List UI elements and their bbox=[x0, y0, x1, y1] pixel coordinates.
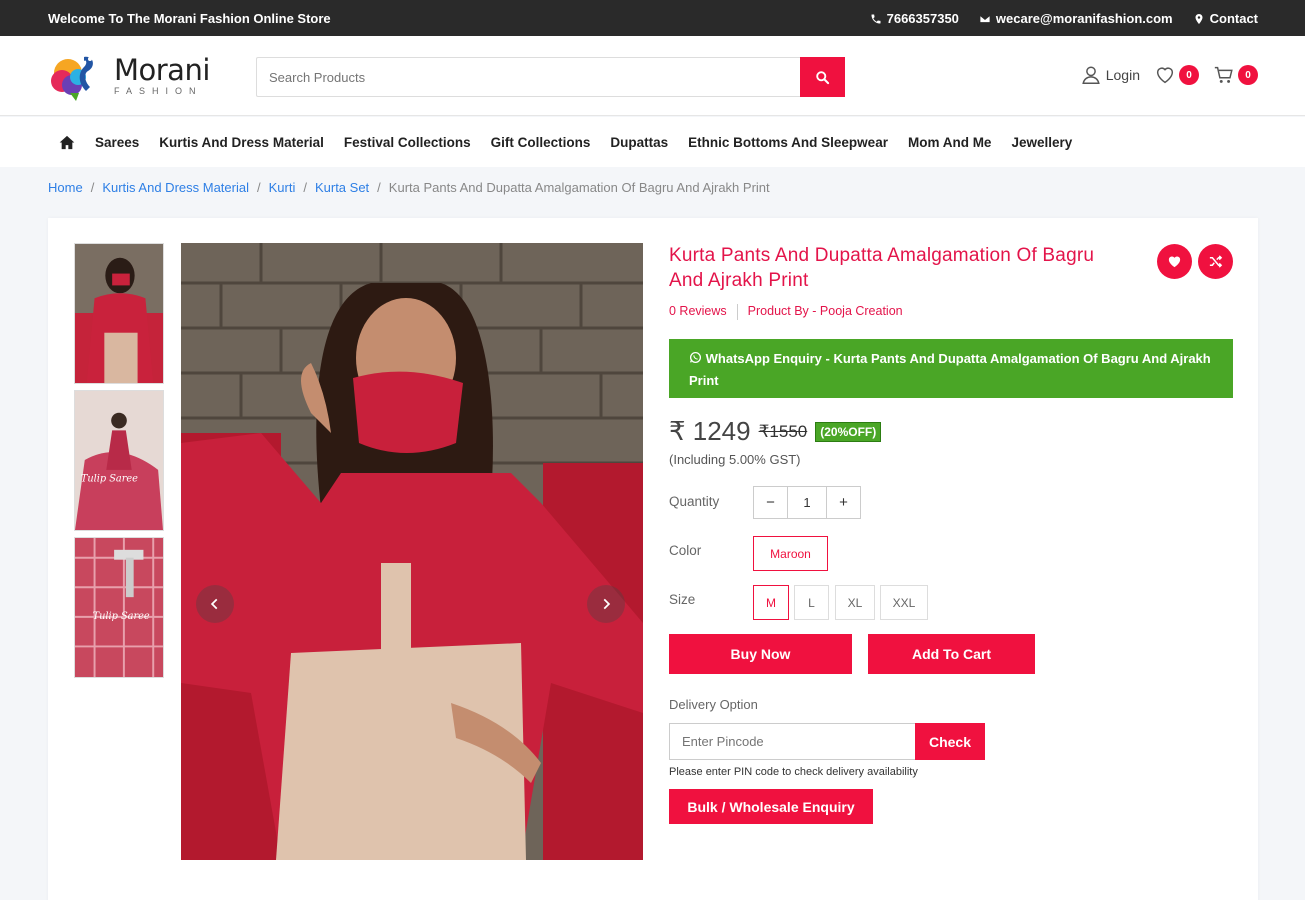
shuffle-icon bbox=[1209, 255, 1223, 268]
original-price: ₹1550 bbox=[758, 421, 808, 441]
thumbnail-2[interactable]: Tulip Saree bbox=[74, 390, 164, 531]
top-contacts: 7666357350 wecare@moranifashion.com Cont… bbox=[870, 11, 1258, 26]
quantity-value[interactable]: 1 bbox=[788, 486, 826, 519]
sale-price: ₹ 1249 bbox=[669, 416, 751, 446]
product-title: Kurta Pants And Dupatta Amalgamation Of … bbox=[669, 245, 1095, 291]
nav-item-dupattas[interactable]: Dupattas bbox=[610, 135, 668, 150]
nav-item-sarees[interactable]: Sarees bbox=[95, 135, 139, 150]
breadcrumb-kurta-set[interactable]: Kurta Set bbox=[315, 180, 369, 195]
next-image-button[interactable] bbox=[587, 585, 625, 623]
svg-text:Tulip Saree: Tulip Saree bbox=[81, 474, 138, 485]
size-option-xxl[interactable]: XXL bbox=[880, 585, 928, 620]
add-to-cart-button[interactable]: Add To Cart bbox=[868, 634, 1035, 674]
size-option-l[interactable]: L bbox=[794, 585, 829, 620]
breadcrumb-kurtis[interactable]: Kurtis And Dress Material bbox=[102, 180, 249, 195]
svg-text:Tulip Saree: Tulip Saree bbox=[93, 611, 150, 622]
main-product-image bbox=[181, 243, 643, 860]
discount-badge: (20%OFF) bbox=[815, 421, 882, 442]
welcome-text: Welcome To The Morani Fashion Online Sto… bbox=[48, 11, 331, 26]
peacock-logo-icon bbox=[51, 56, 93, 101]
search-icon bbox=[816, 70, 830, 84]
mail-icon bbox=[979, 14, 991, 23]
thumbnail-list: Tulip Saree Tulip Saree bbox=[74, 243, 164, 684]
email-address: wecare@moranifashion.com bbox=[995, 11, 1173, 26]
heart-icon bbox=[1168, 256, 1181, 268]
login-link[interactable]: Login bbox=[1080, 64, 1140, 86]
site-header: Morani FASHION Login 0 0 bbox=[0, 36, 1305, 116]
bulk-enquiry-button[interactable]: Bulk / Wholesale Enquiry bbox=[669, 789, 873, 824]
nav-item-kurtis[interactable]: Kurtis And Dress Material bbox=[159, 135, 324, 150]
pincode-note: Please enter PIN code to check delivery … bbox=[669, 766, 918, 778]
email-link[interactable]: wecare@moranifashion.com bbox=[979, 11, 1173, 26]
search-input[interactable] bbox=[256, 57, 800, 97]
wishlist-count-badge: 0 bbox=[1179, 65, 1199, 85]
quantity-increase-button[interactable]: + bbox=[826, 486, 861, 519]
search-bar bbox=[256, 57, 845, 97]
size-label: Size bbox=[669, 592, 696, 607]
quantity-stepper: − 1 + bbox=[753, 486, 861, 519]
cart-icon bbox=[1214, 66, 1233, 83]
nav-item-festival[interactable]: Festival Collections bbox=[344, 135, 471, 150]
logo-subtitle: FASHION bbox=[114, 86, 203, 96]
breadcrumb-home[interactable]: Home bbox=[48, 180, 83, 195]
price-row: ₹ 1249 ₹1550 (20%OFF) bbox=[669, 416, 882, 447]
breadcrumb: Home / Kurtis And Dress Material / Kurti… bbox=[48, 180, 770, 195]
prev-image-button[interactable] bbox=[196, 585, 234, 623]
thumbnail-1[interactable] bbox=[74, 243, 164, 384]
header-actions: Login 0 0 bbox=[1080, 64, 1258, 86]
login-label: Login bbox=[1105, 67, 1140, 83]
size-option-m[interactable]: M bbox=[753, 585, 789, 620]
contact-link[interactable]: Contact bbox=[1193, 11, 1258, 26]
breadcrumb-current: Kurta Pants And Dupatta Amalgamation Of … bbox=[388, 180, 770, 195]
color-option-maroon[interactable]: Maroon bbox=[753, 536, 828, 571]
contact-label: Contact bbox=[1209, 11, 1258, 26]
color-label: Color bbox=[669, 543, 702, 558]
buy-now-button[interactable]: Buy Now bbox=[669, 634, 852, 674]
wishlist-button[interactable]: 0 bbox=[1154, 64, 1199, 86]
search-button[interactable] bbox=[800, 57, 845, 97]
chevron-left-icon bbox=[210, 598, 218, 610]
breadcrumb-kurti[interactable]: Kurti bbox=[269, 180, 296, 195]
top-bar: Welcome To The Morani Fashion Online Sto… bbox=[0, 0, 1305, 36]
pincode-input[interactable] bbox=[669, 723, 916, 760]
cart-button[interactable]: 0 bbox=[1213, 64, 1258, 86]
check-pincode-button[interactable]: Check bbox=[915, 723, 985, 760]
phone-link[interactable]: 7666357350 bbox=[870, 11, 959, 26]
whatsapp-icon bbox=[689, 351, 702, 364]
delivery-option-label: Delivery Option bbox=[669, 697, 758, 712]
chevron-right-icon bbox=[603, 598, 611, 610]
whatsapp-enquiry-button[interactable]: WhatsApp Enquiry - Kurta Pants And Dupat… bbox=[669, 339, 1233, 398]
home-icon[interactable] bbox=[59, 135, 75, 150]
quantity-label: Quantity bbox=[669, 494, 720, 509]
reviews-link[interactable]: 0 Reviews bbox=[669, 304, 727, 320]
quantity-decrease-button[interactable]: − bbox=[753, 486, 788, 519]
size-option-xl[interactable]: XL bbox=[835, 585, 875, 620]
logo-name: Morani bbox=[114, 53, 210, 87]
nav-item-ethnic-bottoms[interactable]: Ethnic Bottoms And Sleepwear bbox=[688, 135, 888, 150]
main-nav: Sarees Kurtis And Dress Material Festiva… bbox=[0, 117, 1305, 167]
compare-button[interactable] bbox=[1198, 244, 1233, 279]
product-meta: 0 Reviews Product By - Pooja Creation bbox=[669, 304, 903, 320]
site-logo[interactable]: Morani FASHION bbox=[50, 48, 220, 104]
heart-icon bbox=[1156, 67, 1174, 84]
cart-count-badge: 0 bbox=[1238, 65, 1258, 85]
user-icon bbox=[1082, 66, 1100, 84]
location-icon bbox=[1195, 13, 1203, 24]
phone-number: 7666357350 bbox=[886, 11, 959, 26]
add-to-wishlist-button[interactable] bbox=[1157, 244, 1192, 279]
phone-icon bbox=[871, 14, 881, 23]
thumbnail-3[interactable]: Tulip Saree bbox=[74, 537, 164, 678]
nav-item-gift[interactable]: Gift Collections bbox=[491, 135, 591, 150]
nav-item-jewellery[interactable]: Jewellery bbox=[1011, 135, 1072, 150]
gst-note: (Including 5.00% GST) bbox=[669, 452, 801, 467]
nav-item-mom-and-me[interactable]: Mom And Me bbox=[908, 135, 992, 150]
whatsapp-enquiry-label: WhatsApp Enquiry - Kurta Pants And Dupat… bbox=[689, 351, 1211, 388]
product-by[interactable]: Product By - Pooja Creation bbox=[748, 304, 903, 320]
